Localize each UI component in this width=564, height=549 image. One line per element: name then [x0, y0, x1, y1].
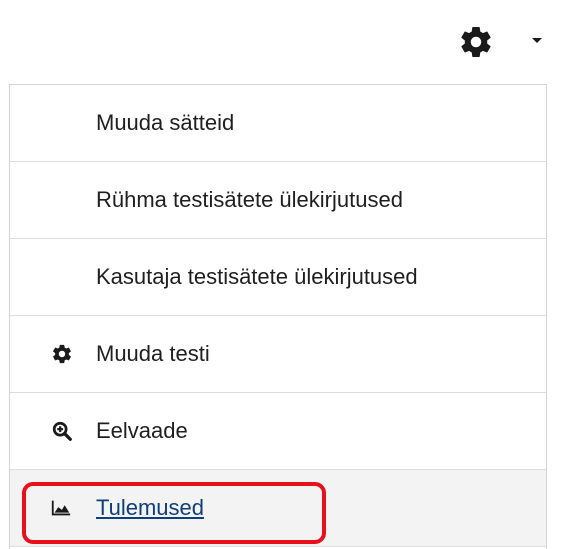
settings-dropdown-screen: Muuda sätteid Rühma testisätete ülekirju…: [0, 0, 564, 549]
menu-item-label: Muuda sätteid: [96, 110, 235, 135]
menu-item-label: Rühma testisätete ülekirjutused: [96, 187, 403, 212]
menu-item-label: Eelvaade: [96, 418, 188, 443]
menu-item-edit-settings[interactable]: Muuda sätteid: [10, 85, 546, 162]
gear-icon: [461, 26, 491, 57]
menu-item-label: Muuda testi: [96, 341, 210, 366]
gear-icon: [53, 344, 71, 364]
menu-item-label: Kasutaja testisätete ülekirjutused: [96, 264, 418, 289]
caret-down-icon: [532, 38, 542, 43]
zoom-in-icon: [52, 421, 72, 441]
menu-item-preview[interactable]: Eelvaade: [10, 393, 546, 470]
settings-menu-toggle[interactable]: [452, 20, 552, 64]
menu-item-edit-quiz[interactable]: Muuda testi: [10, 316, 546, 393]
settings-dropdown-menu: Muuda sätteid Rühma testisätete ülekirju…: [9, 84, 547, 549]
menu-item-label: Tulemused: [96, 495, 205, 520]
menu-item-results[interactable]: Tulemused: [10, 470, 546, 547]
menu-item-user-overrides[interactable]: Kasutaja testisätete ülekirjutused: [10, 239, 546, 316]
menu-item-group-overrides[interactable]: Rühma testisätete ülekirjutused: [10, 162, 546, 239]
area-chart-icon: [51, 500, 71, 516]
